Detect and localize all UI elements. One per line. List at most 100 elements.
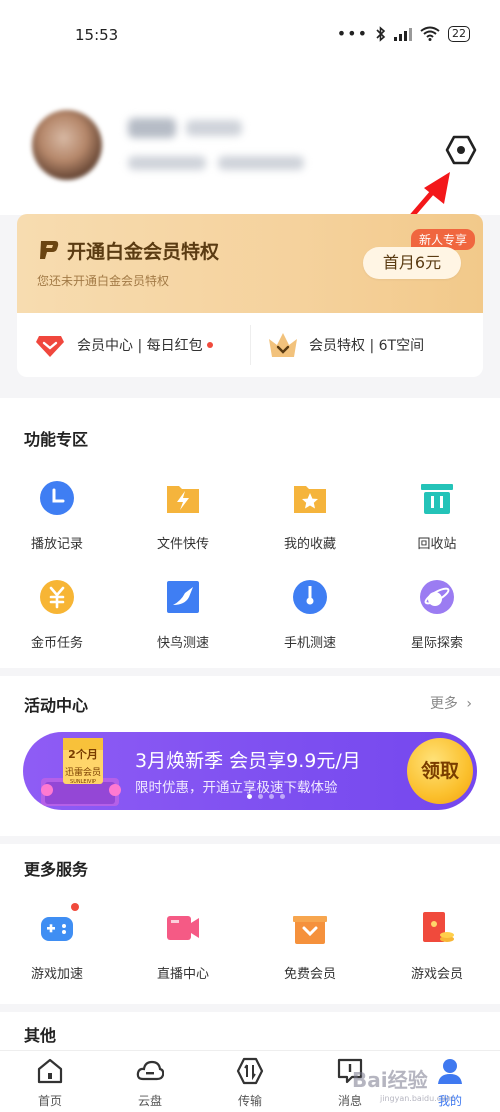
activity-title: 活动中心 [24, 696, 89, 715]
tab-label: 消息 [337, 1094, 362, 1108]
service-game-vip[interactable]: 游戏会员 [382, 910, 492, 982]
features-title: 功能专区 [24, 430, 89, 449]
coin-icon [40, 580, 74, 614]
gift-vip-label: 迅雷会员 [64, 768, 101, 778]
service-game-boost[interactable]: 游戏加速 [2, 903, 112, 982]
tab-label: 首页 [37, 1094, 62, 1108]
services-title: 更多服务 [24, 860, 89, 879]
bluetooth-icon [376, 25, 386, 42]
vip-subtitle: 您还未开通白金会员特权 [37, 274, 170, 288]
feature-phone-speedtest[interactable]: 手机测速 [255, 579, 365, 651]
tab-label: 传输 [237, 1094, 262, 1108]
more-dots-icon: ••• [336, 24, 368, 43]
status-icons: ••• 22 [337, 24, 470, 43]
service-label: 游戏会员 [410, 967, 463, 982]
feature-recycle-bin[interactable]: 回收站 [382, 480, 492, 552]
service-live-center[interactable]: 直播中心 [128, 910, 238, 982]
member-privilege-label: 会员特权 | 6T空间 [309, 338, 425, 354]
status-time: 15:53 [75, 26, 119, 44]
user-info-blurred-2 [218, 156, 304, 170]
speedometer-icon [293, 580, 327, 614]
feature-label: 播放记录 [30, 537, 83, 552]
feature-label: 金币任务 [30, 636, 83, 651]
divider [250, 325, 251, 365]
gamepad-icon [41, 903, 79, 941]
carousel-dot[interactable] [258, 794, 263, 799]
service-label: 直播中心 [156, 967, 209, 982]
more-label: 更多 [429, 696, 458, 712]
trash-icon [421, 484, 453, 514]
clock-icon [40, 481, 74, 515]
member-privilege-link[interactable]: 会员特权 | 6T空间 [267, 313, 424, 377]
feature-play-history[interactable]: 播放记录 [2, 480, 112, 552]
tab-cloud[interactable]: 云盘 [110, 1057, 190, 1109]
claim-button[interactable]: 领取 [407, 738, 473, 804]
username-blurred [128, 118, 176, 138]
feature-label: 快鸟测速 [156, 636, 209, 651]
signal-icon [394, 27, 412, 41]
carousel-dot-active[interactable] [247, 794, 252, 799]
others-section: 其他 [0, 1012, 500, 1052]
feature-star-explore[interactable]: 星际探索 [382, 579, 492, 651]
banner-title: 3月焕新季 会员享9.9元/月 [135, 750, 361, 772]
gift-months-label: 2个月 [68, 748, 98, 761]
activity-more-link[interactable]: 更多 › [430, 693, 472, 713]
service-label: 免费会员 [283, 967, 336, 982]
wifi-icon [420, 26, 440, 41]
gift-box-icon [293, 916, 327, 944]
star-folder-icon [294, 486, 326, 513]
member-center-label: 会员中心 | 每日红包 [77, 338, 203, 354]
profile-header [0, 70, 500, 249]
vip-links: 会员中心 | 每日红包 会员特权 | 6T空间 [17, 313, 483, 377]
promo-banner[interactable]: 2个月 迅雷会员 SUNLEIVIP 3月焕新季 会员享9.9元/月 限时优惠，… [23, 732, 477, 810]
service-label: 游戏加速 [30, 967, 83, 982]
video-camera-icon [167, 916, 199, 940]
banner-subtitle: 限时优惠，开通立享极速下载体验 [135, 780, 338, 796]
user-info-blurred-1 [128, 156, 206, 170]
feature-label: 我的收藏 [283, 537, 336, 552]
red-packet-icon [423, 912, 454, 942]
carousel-dots [247, 794, 285, 799]
tab-home[interactable]: 首页 [10, 1057, 90, 1109]
baidu-watermark-url: jingyan.baidu.com [380, 1094, 454, 1103]
hexagon-settings-icon[interactable] [445, 134, 477, 166]
vip-card[interactable]: 开通白金会员特权 您还未开通白金会员特权 新人专享 首月6元 [17, 214, 483, 314]
profile-icon [438, 1059, 462, 1084]
planet-icon [420, 580, 454, 614]
bird-icon [167, 581, 199, 613]
carousel-dot[interactable] [280, 794, 285, 799]
feature-coin-tasks[interactable]: 金币任务 [2, 579, 112, 651]
feature-label: 回收站 [417, 537, 457, 552]
status-bar: 15:53 ••• 22 [0, 0, 500, 70]
crown-icon [269, 333, 297, 357]
chevron-right-icon: › [466, 696, 472, 712]
feature-favorites[interactable]: 我的收藏 [255, 480, 365, 552]
services-section: 更多服务 游戏加速 直播中心 免费会员 游戏会员 [0, 844, 500, 1004]
feature-bird-speedtest[interactable]: 快鸟测速 [128, 579, 238, 651]
carousel-dot[interactable] [269, 794, 274, 799]
notification-dot [206, 342, 213, 348]
baidu-watermark: Bai经验 [352, 1068, 428, 1092]
cloud-icon [136, 1060, 165, 1081]
feature-file-transfer[interactable]: 文件快传 [128, 480, 238, 552]
battery-level: 22 [448, 25, 470, 42]
member-center-link[interactable]: 会员中心 | 每日红包 [35, 313, 213, 377]
avatar[interactable] [32, 110, 102, 180]
tab-label: 云盘 [137, 1094, 162, 1108]
feature-label: 星际探索 [410, 636, 463, 651]
gift-brand-label: SUNLEIVIP [70, 779, 96, 785]
home-icon [37, 1058, 63, 1084]
features-section: 功能专区 播放记录 文件快传 我的收藏 回收站 金币任务 快鸟测速 手机测速 星… [0, 398, 500, 668]
red-diamond-icon [36, 336, 64, 357]
transfer-icon [236, 1057, 264, 1085]
first-month-button[interactable]: 首月6元 [363, 247, 461, 279]
service-free-vip[interactable]: 免费会员 [255, 910, 365, 982]
feature-label: 手机测速 [283, 636, 336, 651]
lightning-folder-icon [167, 486, 199, 513]
vip-title: 开通白金会员特权 [67, 241, 220, 263]
platinum-p-logo-icon [40, 241, 59, 259]
user-level-blurred [186, 120, 242, 136]
tab-transfer[interactable]: 传输 [210, 1057, 290, 1109]
feature-label: 文件快传 [156, 537, 209, 552]
others-title: 其他 [24, 1026, 57, 1045]
